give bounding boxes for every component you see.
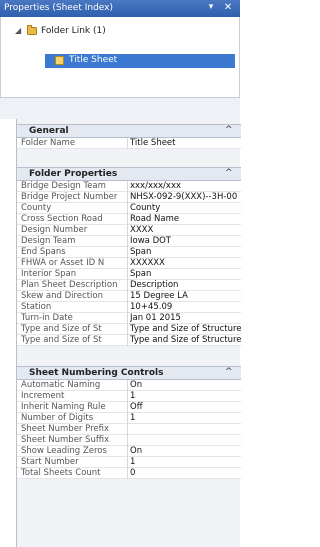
property-name: Type and Size of St bbox=[21, 324, 102, 334]
property-row[interactable]: Sheet Number Prefix bbox=[17, 424, 241, 435]
property-value[interactable]: On bbox=[130, 380, 241, 391]
collapse-icon[interactable]: ^ bbox=[225, 367, 233, 377]
property-row[interactable]: Number of Digits 1 bbox=[17, 413, 241, 424]
property-name: Station bbox=[21, 302, 52, 312]
section-general: General ^ Folder Name Title Sheet bbox=[17, 124, 241, 149]
collapse-icon[interactable]: ^ bbox=[225, 125, 233, 135]
property-row[interactable]: Bridge Design Team xxx/xxx/xxx bbox=[17, 181, 241, 192]
tree-item-title-sheet[interactable]: Title Sheet bbox=[45, 54, 235, 68]
tree-item-folder-link[interactable]: ◢ Folder Link (1) bbox=[15, 25, 215, 39]
property-row[interactable]: Type and Size of St Type and Size of Stru… bbox=[17, 324, 241, 335]
property-row[interactable]: Interior Span Span bbox=[17, 269, 241, 280]
property-value[interactable]: NHSX-092-9(XXX)--3H-00 bbox=[130, 192, 241, 203]
property-row[interactable]: Start Number 1 bbox=[17, 457, 241, 468]
property-row[interactable]: Turn-in Date Jan 01 2015 bbox=[17, 313, 241, 324]
property-value[interactable]: 0 bbox=[130, 468, 241, 479]
property-value[interactable]: 10+45.09 bbox=[130, 302, 241, 313]
property-name: Bridge Project Number bbox=[21, 192, 118, 202]
property-value[interactable]: Title Sheet bbox=[130, 138, 241, 149]
property-value[interactable]: Off bbox=[130, 402, 241, 413]
property-row[interactable]: Total Sheets Count 0 bbox=[17, 468, 241, 479]
property-row[interactable]: Bridge Project Number NHSX-092-9(XXX)--3H… bbox=[17, 192, 241, 203]
property-name: Design Team bbox=[21, 236, 76, 246]
property-value[interactable]: XXXXXX bbox=[130, 258, 241, 269]
property-row[interactable]: Station 10+45.09 bbox=[17, 302, 241, 313]
property-name: Cross Section Road bbox=[21, 214, 103, 224]
property-name: Turn-in Date bbox=[21, 313, 73, 323]
property-value[interactable]: 1 bbox=[130, 391, 241, 402]
property-value[interactable]: Span bbox=[130, 269, 241, 280]
property-name: Bridge Design Team bbox=[21, 181, 106, 191]
property-row[interactable]: FHWA or Asset ID N XXXXXX bbox=[17, 258, 241, 269]
property-row[interactable]: Show Leading Zeros On bbox=[17, 446, 241, 457]
property-name: County bbox=[21, 203, 52, 213]
property-row[interactable]: Sheet Number Suffix bbox=[17, 435, 241, 446]
property-value[interactable]: XXXX bbox=[130, 225, 241, 236]
property-value[interactable]: xxx/xxx/xxx bbox=[130, 181, 241, 192]
property-row[interactable]: Design Team Iowa DOT bbox=[17, 236, 241, 247]
section-header[interactable]: Folder Properties ^ bbox=[17, 167, 241, 181]
property-row[interactable]: Type and Size of St Type and Size of Stru… bbox=[17, 335, 241, 346]
property-name: Interior Span bbox=[21, 269, 77, 279]
property-value[interactable]: Type and Size of Structure bbox=[130, 335, 241, 346]
property-name: Increment bbox=[21, 391, 65, 401]
collapse-icon[interactable]: ^ bbox=[225, 168, 233, 178]
splitter[interactable] bbox=[0, 97, 240, 119]
property-row[interactable]: Folder Name Title Sheet bbox=[17, 138, 241, 149]
property-name: Skew and Direction bbox=[21, 291, 103, 301]
property-name: Number of Digits bbox=[21, 413, 94, 423]
property-row[interactable]: Cross Section Road Road Name bbox=[17, 214, 241, 225]
section-title: Folder Properties bbox=[29, 169, 118, 179]
property-name: Type and Size of St bbox=[21, 335, 102, 345]
tree-item-label: Title Sheet bbox=[69, 55, 118, 65]
property-name: Total Sheets Count bbox=[21, 468, 101, 478]
close-icon[interactable]: ✕ bbox=[222, 2, 234, 13]
section-header[interactable]: General ^ bbox=[17, 124, 241, 138]
property-name: Automatic Naming bbox=[21, 380, 101, 390]
property-value[interactable]: Road Name bbox=[130, 214, 241, 225]
property-grid: General ^ Folder Name Title Sheet Folder… bbox=[16, 119, 241, 547]
property-value[interactable]: 1 bbox=[130, 413, 241, 424]
property-name: End Spans bbox=[21, 247, 66, 257]
property-value[interactable]: Jan 01 2015 bbox=[130, 313, 241, 324]
property-value[interactable]: Iowa DOT bbox=[130, 236, 241, 247]
property-value[interactable]: Type and Size of Structure bbox=[130, 324, 241, 335]
panel-titlebar: Properties (Sheet Index) ▾ ✕ bbox=[0, 0, 240, 17]
property-name: Start Number bbox=[21, 457, 79, 467]
property-row[interactable]: Skew and Direction 15 Degree LA bbox=[17, 291, 241, 302]
tree-item-label: Folder Link (1) bbox=[41, 26, 106, 36]
property-name: FHWA or Asset ID N bbox=[21, 258, 105, 268]
property-name: Inherit Naming Rule bbox=[21, 402, 106, 412]
folder-icon bbox=[27, 25, 37, 35]
property-value[interactable]: Span bbox=[130, 247, 241, 258]
section-folder-properties: Folder Properties ^ Bridge Design Team xx… bbox=[17, 167, 241, 346]
section-title: Sheet Numbering Controls bbox=[29, 368, 164, 378]
section-header[interactable]: Sheet Numbering Controls ^ bbox=[17, 366, 241, 380]
property-row[interactable]: Automatic Naming On bbox=[17, 380, 241, 391]
property-row[interactable]: Inherit Naming Rule Off bbox=[17, 402, 241, 413]
sheet-icon bbox=[55, 56, 64, 65]
property-row[interactable]: Plan Sheet Description Description bbox=[17, 280, 241, 291]
property-value[interactable]: Description bbox=[130, 280, 241, 291]
property-row[interactable]: Increment 1 bbox=[17, 391, 241, 402]
property-value[interactable]: 15 Degree LA bbox=[130, 291, 241, 302]
property-name: Sheet Number Suffix bbox=[21, 435, 110, 445]
property-name: Sheet Number Prefix bbox=[21, 424, 110, 434]
section-title: General bbox=[29, 126, 69, 136]
property-name: Show Leading Zeros bbox=[21, 446, 107, 456]
property-value[interactable]: County bbox=[130, 203, 241, 214]
panel-title: Properties (Sheet Index) bbox=[4, 3, 114, 13]
property-row[interactable]: County County bbox=[17, 203, 241, 214]
property-value[interactable]: 1 bbox=[130, 457, 241, 468]
expand-arrow-icon[interactable]: ◢ bbox=[15, 26, 21, 35]
property-name: Design Number bbox=[21, 225, 88, 235]
property-name: Plan Sheet Description bbox=[21, 280, 118, 290]
dropdown-icon[interactable]: ▾ bbox=[205, 2, 217, 12]
property-value[interactable]: On bbox=[130, 446, 241, 457]
property-row[interactable]: End Spans Span bbox=[17, 247, 241, 258]
property-row[interactable]: Design Number XXXX bbox=[17, 225, 241, 236]
sheet-index-tree: ◢ Folder Link (1) Title Sheet bbox=[0, 17, 240, 97]
section-sheet-numbering-controls: Sheet Numbering Controls ^ Automatic Nam… bbox=[17, 366, 241, 479]
property-name: Folder Name bbox=[21, 138, 76, 148]
